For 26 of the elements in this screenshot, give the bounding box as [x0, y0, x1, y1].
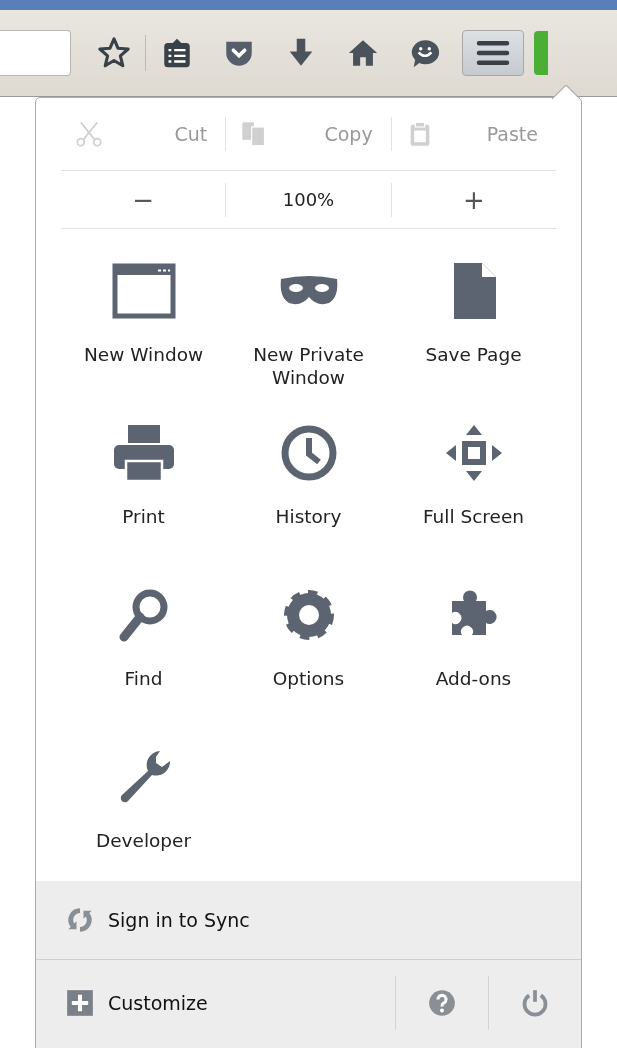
sync-button[interactable]: Sign in to Sync [66, 906, 250, 934]
printer-icon [111, 425, 176, 481]
menu-button[interactable] [462, 30, 524, 76]
zoom-reset-button[interactable]: 100% [226, 179, 391, 220]
menu-item[interactable]: Save Page [391, 255, 556, 417]
customize-button[interactable]: Customize [66, 976, 208, 1030]
scissors-icon [75, 120, 103, 148]
sync-icon [66, 906, 94, 934]
menu-item[interactable]: Find [61, 579, 226, 741]
menu-item[interactable]: Add-ons [391, 579, 556, 741]
menu-item[interactable]: Print [61, 417, 226, 579]
menu-item[interactable]: Options [226, 579, 391, 741]
zoom-in-button[interactable]: + [391, 179, 556, 220]
menu-item[interactable]: Full Screen [391, 417, 556, 579]
zoom-out-button[interactable]: − [61, 179, 226, 220]
menu-icon [476, 39, 510, 67]
power-icon [521, 989, 549, 1017]
menu-item[interactable]: New Window [61, 255, 226, 417]
plus-icon [66, 989, 94, 1017]
menu-item[interactable]: History [226, 417, 391, 579]
window-icon [111, 263, 176, 319]
star-icon[interactable] [97, 36, 131, 70]
menu-item[interactable]: New Private Window [226, 255, 391, 417]
help-icon [428, 989, 456, 1017]
url-field[interactable] [0, 30, 71, 76]
menu-item[interactable]: Developer [61, 741, 226, 903]
